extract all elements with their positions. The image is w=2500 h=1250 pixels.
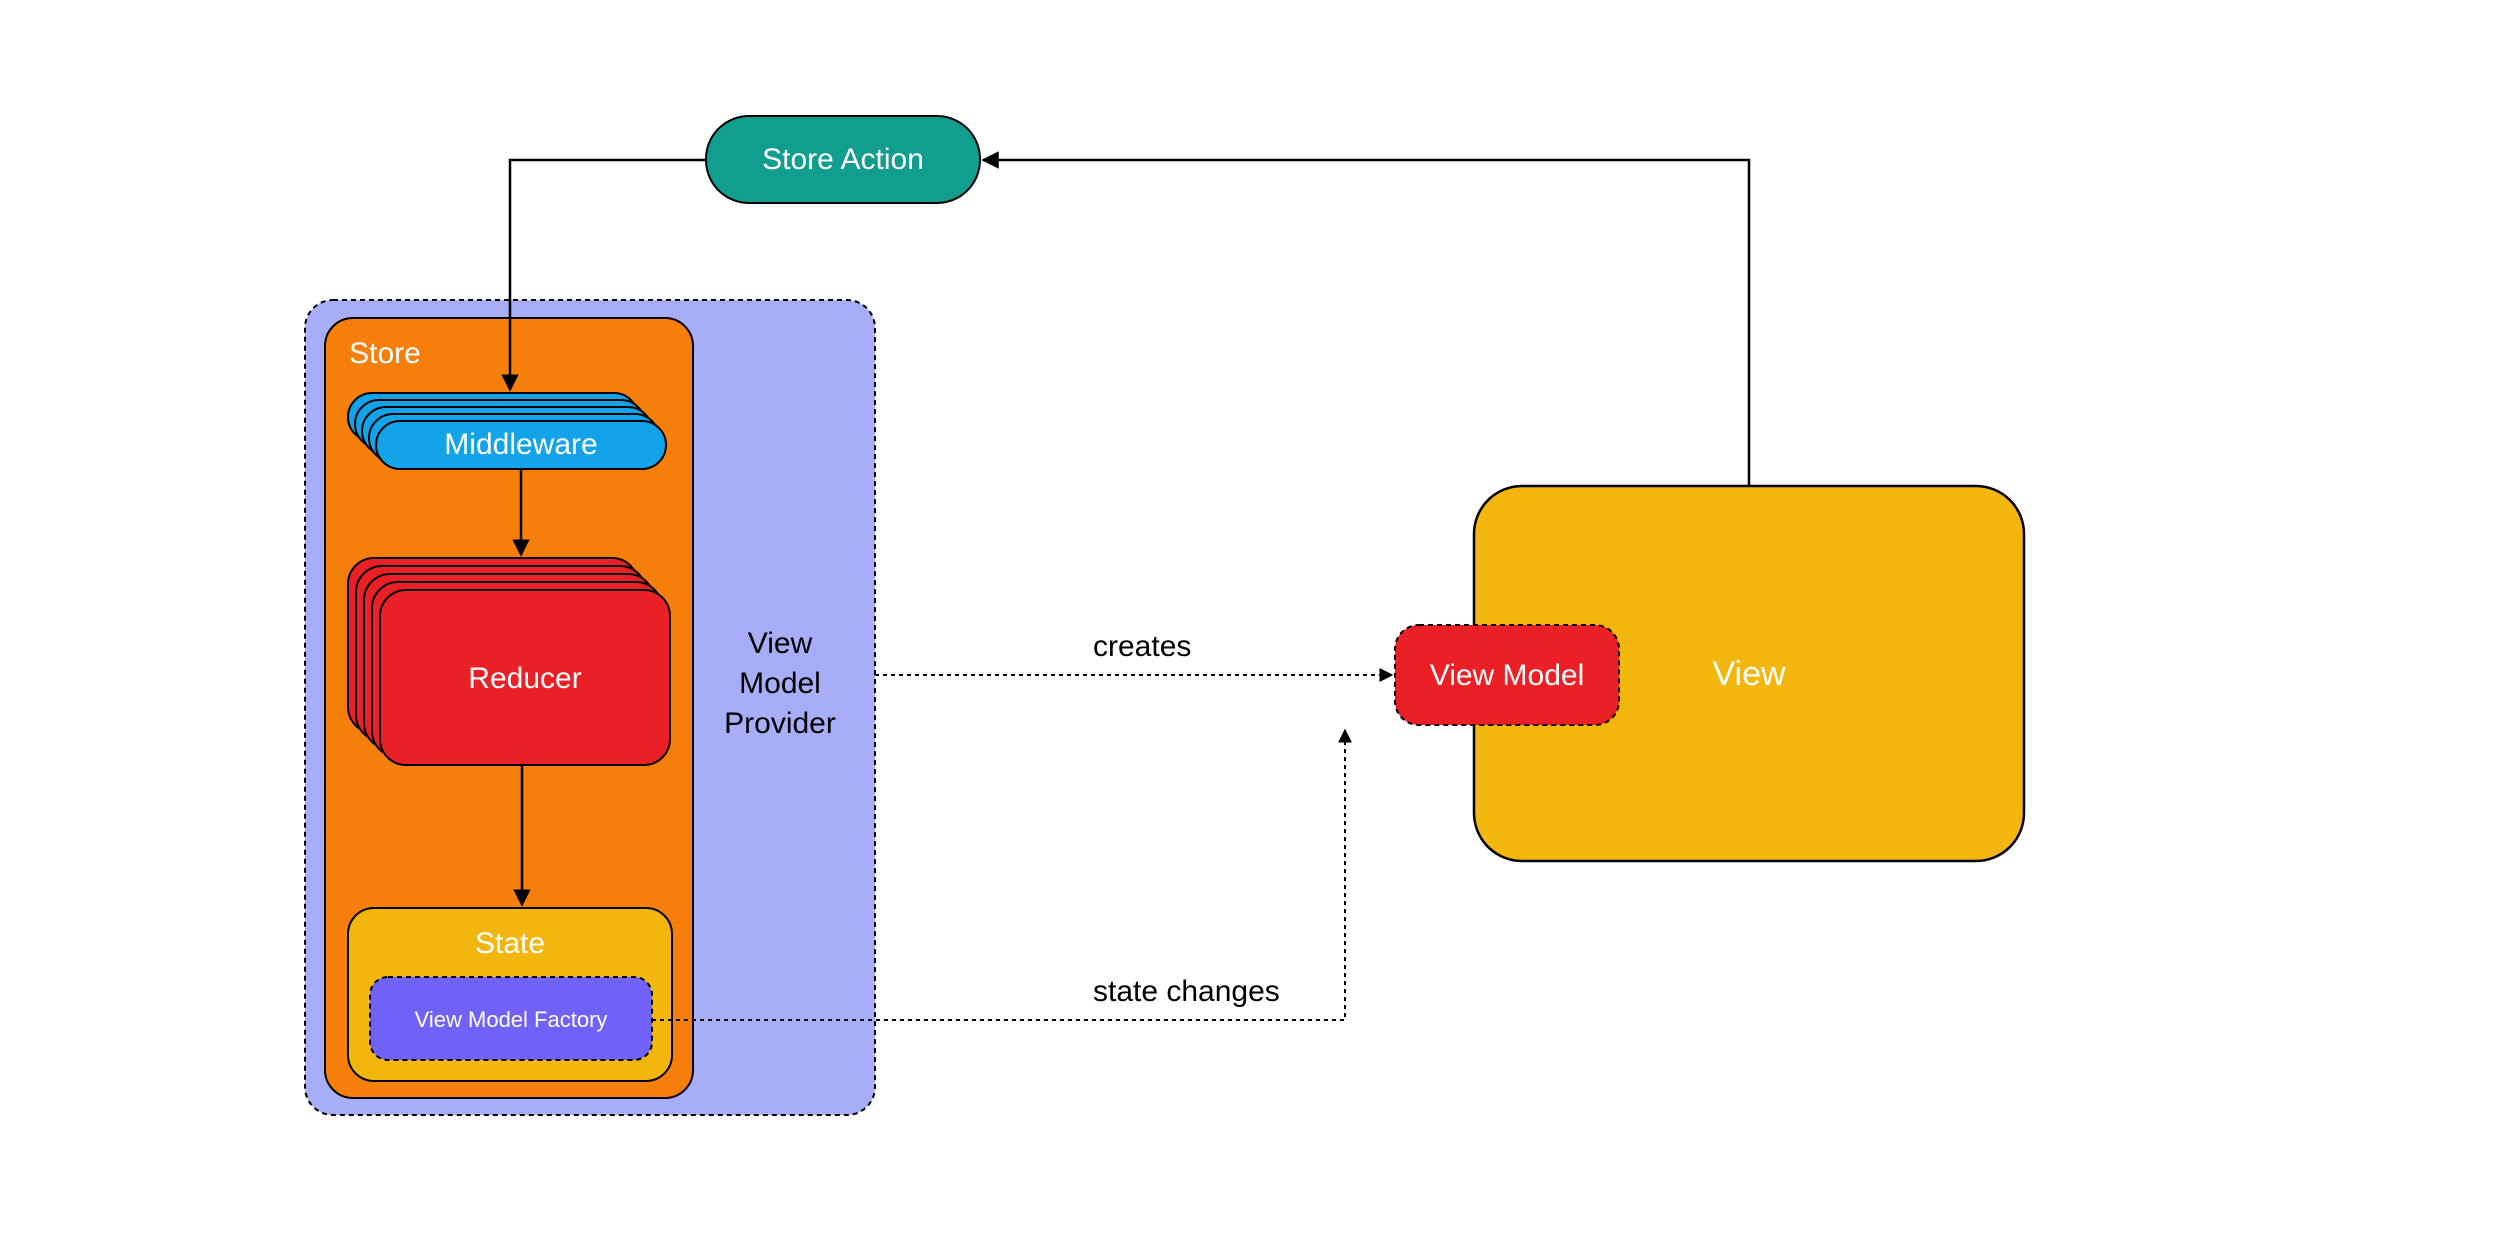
creates-label: creates [1093, 630, 1191, 663]
store-action-label: Store Action [762, 143, 924, 176]
view-label: View [1712, 655, 1786, 693]
middleware-stack: Middleware [348, 393, 666, 469]
state-changes-label: state changes [1093, 975, 1280, 1008]
view-model-provider-label-3: Provider [724, 707, 836, 740]
state-group: State View Model Factory [348, 908, 672, 1081]
reducer-stack: Reducer [348, 558, 670, 765]
view-model-label: View Model [1430, 659, 1585, 692]
middleware-label: Middleware [444, 428, 597, 461]
store-label: Store [349, 337, 421, 370]
view-model-provider-label-2: Model [739, 667, 821, 700]
reducer-label: Reducer [468, 662, 581, 695]
view-model-provider-label-1: View [748, 627, 813, 660]
state-label: State [475, 927, 545, 960]
view-model-factory-label: View Model Factory [415, 1007, 608, 1032]
arrow-view-to-storeaction [983, 160, 1749, 486]
